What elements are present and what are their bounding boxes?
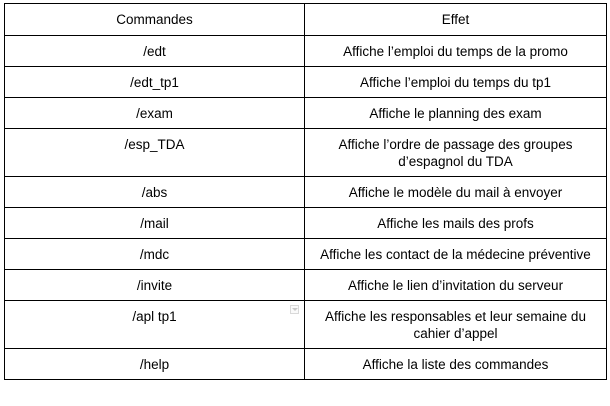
table-row: /mail Affiche les mails des profs [4,207,607,239]
effect-cell: Affiche le modèle du mail à envoyer [304,176,607,208]
document-page: Commandes Effet /edt Affiche l’emploi du… [0,0,610,406]
effect-cell: Affiche la liste des commandes [304,348,607,380]
table-row: /edt_tp1 Affiche l’emploi du temps du tp… [4,66,607,98]
header-effect: Effet [304,3,607,36]
command-cell-with-dropdown: /apl tp1 [4,300,305,349]
command-cell: /esp_TDA [4,128,305,177]
chevron-down-icon[interactable] [290,305,299,314]
effect-cell: Affiche l’emploi du temps de la promo [304,35,607,67]
effect-cell: Affiche les mails des profs [304,207,607,239]
command-cell: /mdc [4,238,305,270]
command-cell: /abs [4,176,305,208]
command-cell: /edt_tp1 [4,66,305,98]
command-cell-text: /apl tp1 [132,309,177,324]
effect-cell: Affiche l’emploi du temps du tp1 [304,66,607,98]
effect-cell: Affiche les responsables et leur semaine… [304,300,607,349]
effect-cell: Affiche l’ordre de passage des groupes d… [304,128,607,177]
effect-cell: Affiche les contact de la médecine préve… [304,238,607,270]
table-header-row: Commandes Effet [4,3,607,36]
table-row: /edt Affiche l’emploi du temps de la pro… [4,35,607,67]
table-row: /apl tp1 Affiche les responsables et leu… [4,300,607,349]
commands-table: Commandes Effet /edt Affiche l’emploi du… [4,3,607,380]
command-cell: /help [4,348,305,380]
effect-cell: Affiche le planning des exam [304,97,607,129]
table-row: /exam Affiche le planning des exam [4,97,607,129]
command-cell: /invite [4,269,305,301]
table-row: /invite Affiche le lien d’invitation du … [4,269,607,301]
table-row: /abs Affiche le modèle du mail à envoyer [4,176,607,208]
header-commands: Commandes [4,3,305,36]
table-row: /mdc Affiche les contact de la médecine … [4,238,607,270]
command-cell: /mail [4,207,305,239]
command-cell: /exam [4,97,305,129]
table-row: /esp_TDA Affiche l’ordre de passage des … [4,128,607,177]
table-row: /help Affiche la liste des commandes [4,348,607,380]
effect-cell: Affiche le lien d’invitation du serveur [304,269,607,301]
command-cell: /edt [4,35,305,67]
